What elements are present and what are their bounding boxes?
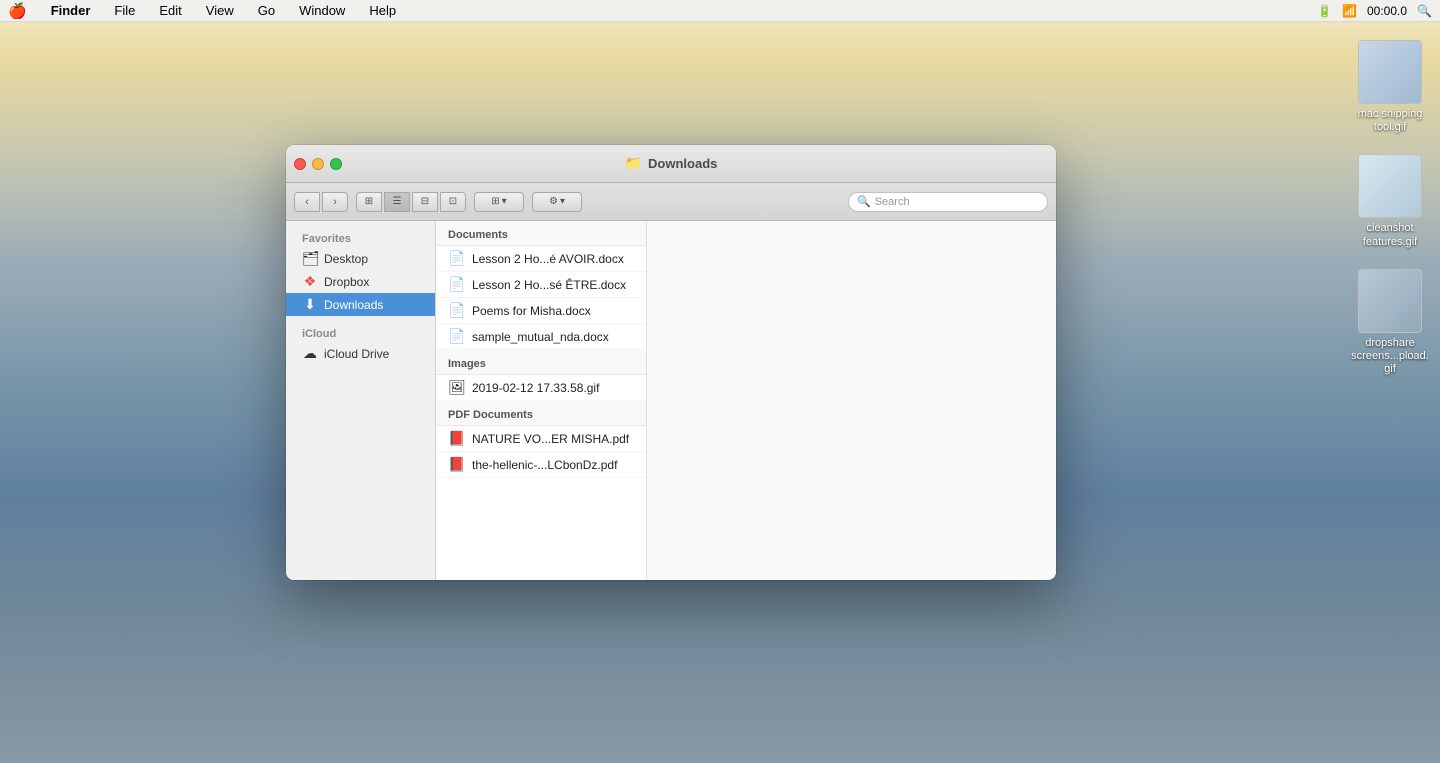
group-header-images: Images xyxy=(436,350,646,375)
gif-icon: 🖼 xyxy=(448,379,466,396)
file-item[interactable]: 📄 Lesson 2 Ho...é AVOIR.docx xyxy=(436,246,646,272)
docx-icon: 📄 xyxy=(448,250,466,267)
sidebar-item-dropbox[interactable]: ❖ Dropbox xyxy=(286,270,435,293)
icloud-icon: ☁ xyxy=(302,345,318,362)
column-view-button[interactable]: ⊟ xyxy=(412,192,438,212)
minimize-button[interactable] xyxy=(312,158,324,170)
docx-icon: 📄 xyxy=(448,276,466,293)
menubar: 🍎 Finder File Edit View Go Window Help 🔋… xyxy=(0,0,1440,22)
downloads-icon: ⬇ xyxy=(302,296,318,313)
sidebar-item-desktop-label: Desktop xyxy=(324,252,368,266)
menu-finder[interactable]: Finder xyxy=(47,2,95,19)
search-icon: 🔍 xyxy=(857,195,871,208)
file-item[interactable]: 📄 Lesson 2 Ho...sé ÊTRE.docx xyxy=(436,272,646,298)
desktop-icon-sidebar: 🗂 xyxy=(302,250,318,267)
desktop-icon-label: mac snipping tool.gif xyxy=(1350,108,1430,134)
file-item[interactable]: 🖼 2019-02-12 17.33.58.gif xyxy=(436,375,646,401)
forward-button[interactable]: › xyxy=(322,192,348,212)
file-name: Poems for Misha.docx xyxy=(472,304,634,318)
file-item[interactable]: 📕 NATURE VO...ER MISHA.pdf xyxy=(436,426,646,452)
menu-file[interactable]: File xyxy=(110,2,139,19)
sidebar-section-favorites: Favorites xyxy=(286,229,435,247)
menu-view[interactable]: View xyxy=(202,2,238,19)
file-item[interactable]: 📄 Poems for Misha.docx xyxy=(436,298,646,324)
action-button[interactable]: ⚙ ▾ xyxy=(532,192,582,212)
sidebar-item-downloads[interactable]: ⬇ Downloads xyxy=(286,293,435,316)
window-title-text: Downloads xyxy=(648,156,717,171)
finder-window: 📁 Downloads ‹ › ⊞ ☰ ⊟ ⊡ ⊞ ▾ ⚙ ▾ xyxy=(286,145,1056,580)
menubar-battery-icon: 🔋 xyxy=(1317,4,1332,18)
file-name: sample_mutual_nda.docx xyxy=(472,330,634,344)
search-placeholder: Search xyxy=(875,196,910,208)
desktop-icon-thumbnail xyxy=(1358,269,1422,333)
desktop-icon-cleanshot[interactable]: cleanshot features.gif xyxy=(1350,154,1430,248)
sidebar: Favorites 🗂 Desktop ❖ Dropbox ⬇ Download… xyxy=(286,221,436,580)
close-button[interactable] xyxy=(294,158,306,170)
desktop-icon-label: cleanshot features.gif xyxy=(1350,222,1430,248)
menubar-time: 00:00.0 xyxy=(1367,4,1407,18)
menu-edit[interactable]: Edit xyxy=(155,2,185,19)
menu-help[interactable]: Help xyxy=(365,2,400,19)
menubar-search-icon[interactable]: 🔍 xyxy=(1417,4,1432,18)
menubar-right: 🔋 📶 00:00.0 🔍 xyxy=(1317,4,1432,18)
action-chevron: ▾ xyxy=(560,196,565,207)
nav-buttons: ‹ › xyxy=(294,192,348,212)
menu-window[interactable]: Window xyxy=(295,2,349,19)
desktop-icons: mac snipping tool.gif cleanshot features… xyxy=(1350,40,1430,376)
dropbox-icon: ❖ xyxy=(302,273,318,290)
title-bar: 📁 Downloads xyxy=(286,145,1056,183)
arrange-button[interactable]: ⊞ ▾ xyxy=(474,192,524,212)
apple-menu[interactable]: 🍎 xyxy=(8,2,27,20)
sidebar-item-desktop[interactable]: 🗂 Desktop xyxy=(286,247,435,270)
arrange-icon: ⊞ xyxy=(491,196,499,207)
back-button[interactable]: ‹ xyxy=(294,192,320,212)
list-view-button[interactable]: ☰ xyxy=(384,192,410,212)
sidebar-item-dropbox-label: Dropbox xyxy=(324,275,369,289)
sidebar-item-icloud-drive[interactable]: ☁ iCloud Drive xyxy=(286,342,435,365)
file-name: 2019-02-12 17.33.58.gif xyxy=(472,381,634,395)
maximize-button[interactable] xyxy=(330,158,342,170)
docx-icon: 📄 xyxy=(448,328,466,345)
desktop-icon-thumbnail xyxy=(1358,154,1422,218)
folder-icon: 📁 xyxy=(625,155,642,172)
desktop: 🍎 Finder File Edit View Go Window Help 🔋… xyxy=(0,0,1440,763)
detail-panel xyxy=(646,221,1056,580)
docx-icon: 📄 xyxy=(448,302,466,319)
icon-view-button[interactable]: ⊞ xyxy=(356,192,382,212)
search-bar[interactable]: 🔍 Search xyxy=(848,192,1048,212)
file-item[interactable]: 📄 sample_mutual_nda.docx xyxy=(436,324,646,350)
desktop-icon-thumbnail xyxy=(1358,40,1422,104)
pdf-icon: 📕 xyxy=(448,430,466,447)
menubar-wifi-icon: 📶 xyxy=(1342,4,1357,18)
menu-go[interactable]: Go xyxy=(254,2,279,19)
pdf-icon: 📕 xyxy=(448,456,466,473)
view-buttons: ⊞ ☰ ⊟ ⊡ xyxy=(356,192,466,212)
desktop-icon-label: dropshare screens...pload.gif xyxy=(1350,337,1430,377)
group-header-pdf: PDF Documents xyxy=(436,401,646,426)
file-item[interactable]: 📕 the-hellenic-...LCbonDz.pdf xyxy=(436,452,646,478)
menubar-left: 🍎 Finder File Edit View Go Window Help xyxy=(8,2,1317,20)
sidebar-section-icloud: iCloud xyxy=(286,324,435,342)
sidebar-item-icloud-label: iCloud Drive xyxy=(324,347,389,361)
sidebar-item-downloads-label: Downloads xyxy=(324,298,383,312)
desktop-icon-dropshare[interactable]: dropshare screens...pload.gif xyxy=(1350,269,1430,377)
traffic-lights xyxy=(294,158,342,170)
gear-icon: ⚙ xyxy=(549,196,558,207)
toolbar: ‹ › ⊞ ☰ ⊟ ⊡ ⊞ ▾ ⚙ ▾ 🔍 Search xyxy=(286,183,1056,221)
file-name: NATURE VO...ER MISHA.pdf xyxy=(472,432,634,446)
file-name: Lesson 2 Ho...é AVOIR.docx xyxy=(472,252,634,266)
group-header-documents: Documents xyxy=(436,221,646,246)
file-area: Documents 📄 Lesson 2 Ho...é AVOIR.docx 📄… xyxy=(436,221,646,580)
cover-flow-button[interactable]: ⊡ xyxy=(440,192,466,212)
window-title: 📁 Downloads xyxy=(625,155,718,172)
desktop-icon-mac-snipping[interactable]: mac snipping tool.gif xyxy=(1350,40,1430,134)
content-area: Favorites 🗂 Desktop ❖ Dropbox ⬇ Download… xyxy=(286,221,1056,580)
file-name: the-hellenic-...LCbonDz.pdf xyxy=(472,458,634,472)
arrange-chevron: ▾ xyxy=(502,196,507,207)
file-name: Lesson 2 Ho...sé ÊTRE.docx xyxy=(472,278,634,292)
